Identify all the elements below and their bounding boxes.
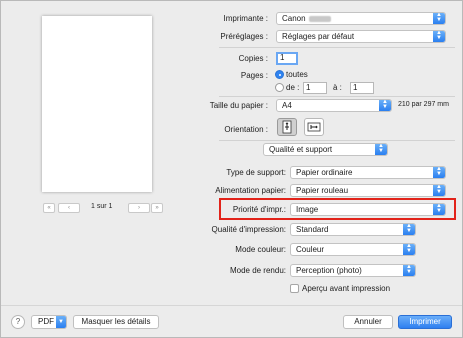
printer-value: Canon bbox=[282, 14, 306, 23]
chevron-updown-icon: ▲ ▼ bbox=[433, 13, 445, 24]
prev-page-button[interactable]: ‹ bbox=[58, 203, 80, 213]
copies-field[interactable]: 1 bbox=[276, 52, 298, 65]
landscape-icon bbox=[307, 122, 321, 132]
pdf-label: PDF bbox=[38, 317, 54, 326]
page-counter: 1 sur 1 bbox=[91, 203, 113, 210]
chevron-updown-icon: ▲ ▼ bbox=[403, 265, 415, 276]
paper-size-value: A4 bbox=[282, 101, 292, 110]
presets-label: Préréglages : bbox=[220, 32, 268, 41]
pages-from-label: de : bbox=[286, 83, 300, 92]
paper-size-popup[interactable]: A4 ▲ ▼ bbox=[276, 99, 392, 112]
pages-all-label: toutes bbox=[286, 70, 308, 79]
print-quality-label: Qualité d'impression: bbox=[211, 225, 286, 234]
print-preview bbox=[42, 16, 152, 192]
next-page-button[interactable]: › bbox=[128, 203, 150, 213]
media-type-value: Papier ordinaire bbox=[296, 168, 353, 177]
chevron-updown-icon: ▲ ▼ bbox=[433, 31, 445, 42]
presets-popup[interactable]: Réglages par défaut ▲ ▼ bbox=[276, 30, 446, 43]
print-quality-value: Standard bbox=[296, 225, 329, 234]
cancel-button[interactable]: Annuler bbox=[343, 315, 393, 329]
landscape-orientation-button[interactable] bbox=[304, 118, 324, 136]
paper-source-value: Papier rouleau bbox=[296, 186, 349, 195]
footer-separator bbox=[1, 305, 462, 306]
media-type-label: Type de support: bbox=[226, 168, 286, 177]
first-page-button[interactable]: « bbox=[43, 203, 55, 213]
section-popup[interactable]: Qualité et support ▲ ▼ bbox=[263, 143, 388, 156]
portrait-icon bbox=[282, 120, 292, 134]
hide-details-button[interactable]: Masquer les détails bbox=[73, 315, 159, 329]
separator bbox=[219, 140, 455, 141]
chevron-updown-icon: ▲ ▼ bbox=[379, 100, 391, 111]
printer-popup[interactable]: Canon ▲ ▼ bbox=[276, 12, 446, 25]
print-priority-label: Priorité d'impr.: bbox=[232, 205, 286, 214]
copies-label: Copies : bbox=[238, 54, 268, 63]
chevron-updown-icon: ▲ ▼ bbox=[433, 185, 445, 196]
printer-model-redacted bbox=[308, 15, 331, 22]
pages-from-field[interactable]: 1 bbox=[303, 82, 327, 94]
pages-label: Pages : bbox=[240, 71, 268, 80]
pages-to-field[interactable]: 1 bbox=[350, 82, 374, 94]
color-mode-value: Couleur bbox=[296, 245, 325, 254]
media-type-popup[interactable]: Papier ordinaire ▲ ▼ bbox=[290, 166, 446, 179]
presets-value: Réglages par défaut bbox=[282, 32, 355, 41]
chevron-updown-icon: ▲ ▼ bbox=[375, 144, 387, 155]
print-priority-popup[interactable]: Image ▲ ▼ bbox=[290, 203, 446, 216]
paper-size-label: Taille du papier : bbox=[209, 101, 268, 110]
paper-source-label: Alimentation papier: bbox=[215, 186, 286, 195]
help-button[interactable]: ? bbox=[11, 315, 25, 329]
chevron-updown-icon: ▲ ▼ bbox=[433, 204, 445, 215]
paper-source-popup[interactable]: Papier rouleau ▲ ▼ bbox=[290, 184, 446, 197]
print-dialog: « ‹ 1 sur 1 › » » Imprimante : Canon ▲▼ … bbox=[0, 0, 463, 338]
chevron-down-icon: ▼ bbox=[56, 316, 66, 328]
rendering-mode-value: Perception (photo) bbox=[296, 266, 362, 275]
print-preview-checkbox-label: Aperçu avant impression bbox=[302, 284, 391, 293]
section-popup-value: Qualité et support bbox=[269, 145, 333, 154]
print-priority-value: Image bbox=[296, 205, 319, 214]
pages-to-label: à : bbox=[333, 83, 342, 92]
orientation-label: Orientation : bbox=[224, 125, 268, 134]
pages-all-radio[interactable] bbox=[275, 70, 284, 79]
chevron-updown-icon: ▲ ▼ bbox=[403, 244, 415, 255]
rendering-mode-label: Mode de rendu: bbox=[229, 266, 286, 275]
last-page-button-2[interactable]: » bbox=[151, 203, 163, 213]
pdf-menu-button[interactable]: PDF ▼ bbox=[31, 315, 67, 329]
separator bbox=[219, 47, 455, 48]
printer-label: Imprimante : bbox=[223, 14, 268, 23]
chevron-updown-icon: ▲ ▼ bbox=[403, 224, 415, 235]
print-preview-checkbox[interactable] bbox=[290, 284, 299, 293]
paper-dimensions: 210 par 297 mm bbox=[398, 101, 449, 108]
color-mode-popup[interactable]: Couleur ▲ ▼ bbox=[290, 243, 416, 256]
portrait-orientation-button[interactable] bbox=[277, 118, 297, 136]
chevron-updown-icon: ▲ ▼ bbox=[433, 167, 445, 178]
print-button[interactable]: Imprimer bbox=[398, 315, 452, 329]
color-mode-label: Mode couleur: bbox=[235, 245, 286, 254]
rendering-mode-popup[interactable]: Perception (photo) ▲ ▼ bbox=[290, 264, 416, 277]
print-quality-popup[interactable]: Standard ▲ ▼ bbox=[290, 223, 416, 236]
pages-range-radio[interactable] bbox=[275, 83, 284, 92]
separator bbox=[219, 96, 455, 97]
